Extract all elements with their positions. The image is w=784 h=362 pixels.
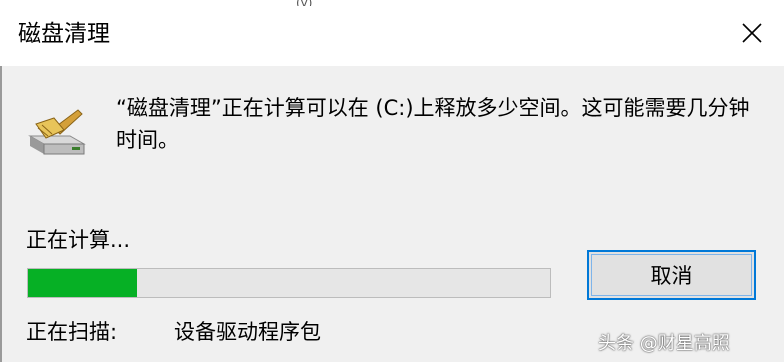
watermark: 头条 @财星高照: [598, 328, 730, 356]
progress-bar: [27, 268, 551, 298]
scanning-item: 设备驱动程序包: [174, 320, 321, 344]
progress-fill: [28, 269, 137, 297]
scanning-label: 正在扫描:: [26, 320, 118, 344]
calculation-message: “磁盘清理”正在计算可以在 (C:)上释放多少空间。这可能需要几分钟时间。: [116, 96, 750, 152]
close-button[interactable]: [728, 10, 776, 56]
cancel-button[interactable]: 取消: [587, 250, 756, 300]
clipped-top-text: (y): [296, 0, 336, 6]
close-icon: [742, 23, 762, 43]
cancel-button-label: 取消: [650, 264, 693, 288]
disk-cleanup-icon: [28, 109, 86, 155]
window-left-border: [0, 66, 2, 362]
window-title: 磁盘清理: [18, 21, 110, 47]
disk-cleanup-dialog: (y) 磁盘清理 “磁盘清理”正在计算可以在 (C:)上释放多少空间。这可能需要…: [0, 0, 784, 362]
title-bar: (y) 磁盘清理: [0, 0, 784, 66]
status-label: 正在计算...: [26, 228, 131, 252]
watermark-text: 头条 @财星高照: [598, 333, 730, 354]
